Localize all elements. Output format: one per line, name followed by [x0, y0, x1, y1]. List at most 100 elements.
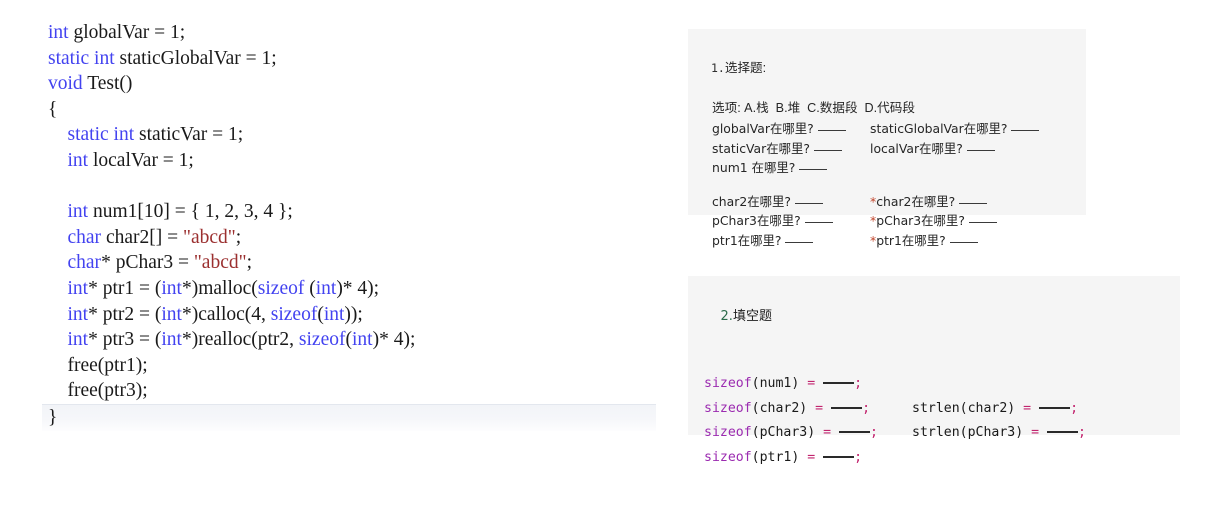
code-token: char2[] =: [101, 226, 183, 248]
code-token: *)realloc(ptr2,: [181, 329, 299, 351]
sizeof-keyword: sizeof: [704, 449, 752, 465]
equals-operator: =: [1023, 400, 1040, 416]
choice-blank-row: char2在哪里? *char2在哪里?: [712, 192, 1086, 212]
code-token: int: [323, 303, 345, 325]
choice-blank-left: num1 在哪里?: [712, 158, 870, 178]
code-line: int* ptr2 = (int*)calloc(4, sizeof(int))…: [48, 302, 658, 328]
choice-blank-right: *ptr1在哪里?: [870, 233, 978, 248]
choice-blank-row: pChar3在哪里? *pChar3在哪里?: [712, 211, 1086, 231]
code-token: static int: [48, 47, 115, 69]
choice-blank-left: staticVar在哪里?: [712, 139, 870, 159]
code-line: char char2[] = "abcd";: [48, 225, 658, 251]
choice-blank-left-label: char2在哪里?: [712, 193, 795, 209]
answer-blank-underline[interactable]: [823, 374, 855, 384]
code-token: *)malloc(: [181, 277, 258, 299]
code-token: int: [67, 329, 89, 351]
answer-blank-underline[interactable]: [1011, 121, 1040, 131]
equals-operator: =: [823, 425, 839, 440]
expression-argument: (pChar3): [751, 425, 824, 440]
answer-blank-underline[interactable]: [949, 233, 978, 243]
choice-blank-row: globalVar在哪里? staticGlobalVar在哪里?: [712, 119, 1086, 139]
choice-blank-right: *pChar3在哪里?: [870, 213, 997, 228]
code-token: int: [67, 303, 89, 325]
sizeof-keyword: sizeof: [704, 425, 752, 440]
equals-operator: =: [815, 400, 832, 416]
code-token: {: [48, 98, 58, 120]
answer-blank-underline[interactable]: [959, 194, 988, 204]
code-token: )* 4);: [336, 277, 380, 299]
choice-blank-right: *char2在哪里?: [870, 194, 988, 209]
answer-blank-underline[interactable]: [785, 233, 814, 243]
code-token: int: [161, 329, 182, 351]
code-line: int* ptr3 = (int*)realloc(ptr2, sizeof(i…: [48, 327, 658, 353]
code-token: localVar = 1;: [88, 149, 194, 171]
code-line: int globalVar = 1;: [48, 20, 658, 46]
answer-blank-underline[interactable]: [831, 399, 863, 409]
code-line: static int staticGlobalVar = 1;: [48, 46, 658, 72]
choice-blank-right-label: staticGlobalVar在哪里?: [870, 121, 1012, 136]
choice-blank-right: staticGlobalVar在哪里?: [870, 121, 1040, 136]
choice-blank-right: localVar在哪里?: [870, 141, 995, 156]
fill-expression-row: sizeof(ptr1) = ;: [704, 446, 1180, 471]
choice-blank-left: char2在哪里?: [712, 192, 870, 212]
fill-expression-left: sizeof(ptr1) = ;: [704, 446, 912, 471]
expression-argument: (char2): [751, 400, 816, 416]
code-token: staticVar = 1;: [134, 124, 244, 146]
answer-blank-underline[interactable]: [839, 423, 870, 433]
code-token: *)calloc(4,: [181, 303, 271, 325]
code-token: Test(): [82, 73, 133, 95]
fill-in-blank-panel: 2.填空题 sizeof(num1) = ; sizeof(char2) = ; s…: [688, 276, 1180, 465]
choice-blank-left: ptr1在哪里?: [712, 231, 870, 251]
code-line: static int staticVar = 1;: [48, 122, 658, 148]
answer-blank-underline[interactable]: [794, 194, 823, 204]
code-token: * ptr1 = (: [88, 277, 162, 299]
equals-operator: =: [807, 449, 824, 465]
code-line: int num1[10] = { 1, 2, 3, 4 };: [48, 199, 658, 225]
code-token: int: [67, 149, 89, 171]
answer-blank-underline[interactable]: [804, 213, 833, 223]
answer-blank-underline[interactable]: [968, 213, 997, 223]
answer-blank-underline[interactable]: [823, 448, 855, 458]
code-token: staticGlobalVar = 1;: [114, 47, 277, 69]
strlen-function-name: strlen: [912, 425, 960, 440]
choice-blank-left-label: num1 在哪里?: [712, 160, 800, 175]
code-token: ;: [246, 252, 252, 274]
code-token: * ptr3 = (: [88, 329, 162, 351]
fill-spacer: [704, 347, 1180, 372]
fill-question-title: 填空题: [732, 308, 772, 323]
choice-blank-left: pChar3在哪里?: [712, 211, 870, 231]
code-token: globalVar = 1;: [68, 22, 186, 43]
fill-expression-row: sizeof(pChar3) = ; strlen(pChar3) = ;: [704, 421, 1180, 446]
code-token: int: [351, 329, 373, 351]
semicolon: ;: [1078, 425, 1086, 440]
answer-blank-underline[interactable]: [966, 141, 995, 151]
semicolon: ;: [1070, 400, 1079, 416]
code-line: }: [42, 403, 656, 431]
choice-blank-left: globalVar在哪里?: [712, 119, 870, 139]
code-line: int localVar = 1;: [48, 148, 658, 174]
expression-argument: (ptr1): [751, 449, 808, 465]
answer-blank-underline[interactable]: [817, 121, 846, 131]
answer-blank-underline[interactable]: [1047, 423, 1078, 433]
fill-expression-left: sizeof(char2) = ;: [704, 397, 912, 422]
fill-question-number: 2.: [720, 309, 733, 324]
choice-question-number: 1.: [711, 61, 725, 75]
choice-blank-right-label: localVar在哪里?: [870, 140, 967, 156]
sizeof-keyword: sizeof: [704, 400, 752, 416]
answer-blank-underline[interactable]: [799, 160, 828, 170]
c-code-block: int globalVar = 1; static int staticGloba…: [42, 20, 658, 431]
choice-blank-row: staticVar在哪里? localVar在哪里?: [712, 139, 1086, 159]
semicolon: ;: [854, 376, 863, 391]
code-token: char: [67, 252, 102, 274]
choice-blank-left-label: ptr1在哪里?: [712, 232, 786, 248]
sizeof-keyword: sizeof: [704, 376, 752, 391]
answer-blank-underline[interactable]: [813, 141, 842, 151]
code-token: int: [67, 201, 89, 223]
code-token: ;: [235, 226, 242, 248]
choice-question-title: 选择题:: [724, 61, 767, 75]
choice-question-panel: 1.选择题: 选项: A.栈 B.堆 C.数据段 D.代码段 globalVar…: [688, 29, 1086, 248]
answer-blank-underline[interactable]: [1039, 399, 1071, 409]
